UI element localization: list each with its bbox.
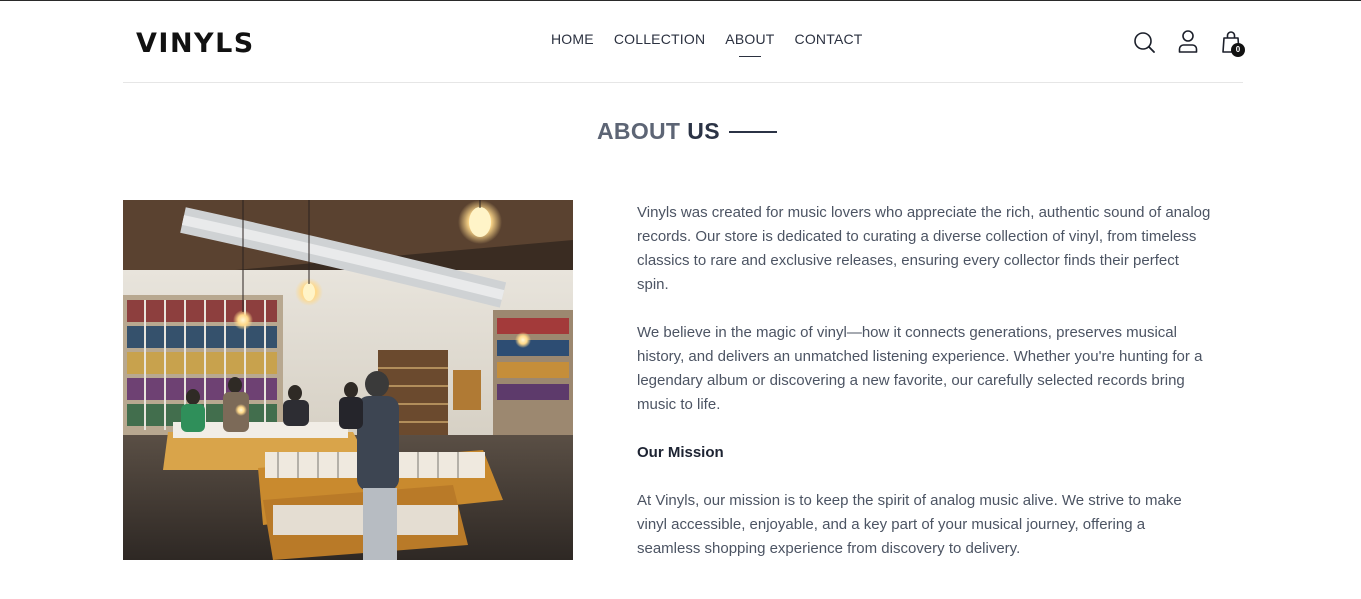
mission-text: At Vinyls, our mission is to keep the sp…	[637, 492, 1182, 557]
site-header: VINYLS HOME COLLECTION ABOUT CONTACT 0	[123, 1, 1245, 83]
title-divider	[728, 130, 777, 133]
store-illustration	[123, 200, 573, 560]
shopping-bag-icon[interactable]: 0	[1221, 29, 1245, 57]
search-icon[interactable]	[1133, 29, 1155, 55]
mission-heading: Our Mission	[637, 444, 724, 461]
title-light: ABOUT	[597, 118, 681, 144]
nav-home[interactable]: HOME	[551, 30, 594, 48]
about-content: Vinyls was created for music lovers who …	[637, 201, 1212, 585]
title-strong: US	[687, 118, 720, 144]
about-paragraph-2: We believe in the magic of vinyl—how it …	[637, 324, 1203, 413]
page-title: ABOUT US	[597, 118, 777, 145]
nav-contact[interactable]: CONTACT	[795, 30, 863, 48]
nav-about[interactable]: ABOUT	[725, 30, 774, 48]
header-icons: 0	[1133, 29, 1245, 57]
cart-count-badge: 0	[1231, 43, 1245, 57]
record-store-photo	[123, 200, 573, 560]
user-icon[interactable]	[1177, 29, 1199, 55]
main-nav: HOME COLLECTION ABOUT CONTACT	[551, 30, 863, 48]
nav-collection[interactable]: COLLECTION	[614, 30, 705, 48]
site-logo[interactable]: VINYLS	[136, 29, 255, 59]
about-paragraph-1: Vinyls was created for music lovers who …	[637, 204, 1211, 293]
